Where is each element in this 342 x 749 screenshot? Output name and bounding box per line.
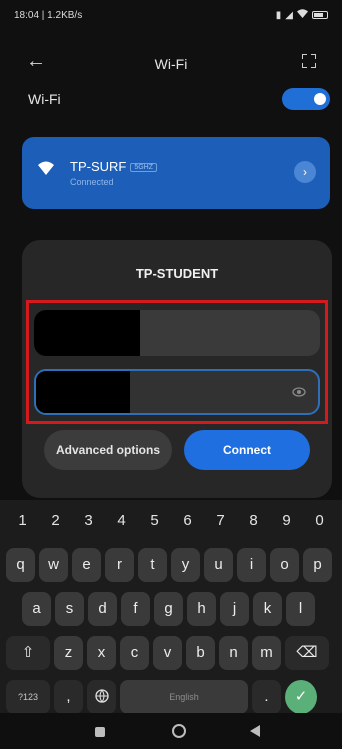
header: ← Wi-Fi — [0, 44, 342, 84]
key-n[interactable]: n — [219, 636, 248, 670]
status-icons: ▮ ◢ — [276, 9, 328, 21]
number-row: 1 2 3 4 5 6 7 8 9 0 — [0, 512, 342, 538]
key-k[interactable]: k — [253, 592, 282, 626]
wifi-toggle[interactable] — [282, 88, 330, 110]
key-9[interactable]: 9 — [275, 512, 299, 538]
network-band-tag: 5GHZ — [130, 163, 158, 172]
network-name-text: TP-SURF — [70, 159, 127, 174]
key-y[interactable]: y — [171, 548, 200, 582]
status-bar: 18:04 | 1.2KB/s ▮ ◢ — [0, 0, 342, 30]
keyboard-row-3: ⇧ z x c v b n m ⌫ — [6, 636, 333, 670]
enter-check-icon[interactable]: ✓ — [285, 680, 317, 714]
key-f[interactable]: f — [121, 592, 150, 626]
toggle-knob — [314, 93, 326, 105]
dialog-title: TP-STUDENT — [135, 266, 219, 281]
recents-icon[interactable] — [95, 727, 105, 737]
wifi-toggle-label: Wi-Fi — [28, 91, 61, 107]
wifi-settings-screen: 18:04 | 1.2KB/s ▮ ◢ ← Wi-Fi Wi-Fi TP-SUR… — [0, 0, 342, 749]
key-r[interactable]: r — [105, 548, 134, 582]
key-o[interactable]: o — [270, 548, 299, 582]
backspace-icon[interactable]: ⌫ — [285, 636, 329, 670]
key-a[interactable]: a — [22, 592, 51, 626]
key-l[interactable]: l — [286, 592, 315, 626]
key-2[interactable]: 2 — [44, 512, 68, 538]
key-w[interactable]: w — [39, 548, 68, 582]
key-d[interactable]: d — [88, 592, 117, 626]
key-0[interactable]: 0 — [308, 512, 332, 538]
comma-key[interactable]: , — [54, 680, 83, 714]
key-x[interactable]: x — [87, 636, 116, 670]
key-3[interactable]: 3 — [77, 512, 101, 538]
key-j[interactable]: j — [220, 592, 249, 626]
on-screen-keyboard: 1 2 3 4 5 6 7 8 9 0 q w e r t y u i o p … — [0, 500, 342, 714]
key-i[interactable]: i — [237, 548, 266, 582]
status-time: 18:04 | 1.2KB/s — [14, 9, 83, 21]
network-name: TP-SURF 5GHZ — [70, 159, 158, 174]
home-icon[interactable] — [172, 724, 186, 738]
battery-icon — [312, 11, 328, 19]
key-m[interactable]: m — [252, 636, 281, 670]
navigation-bar — [0, 713, 342, 749]
key-6[interactable]: 6 — [176, 512, 200, 538]
space-key[interactable]: English — [120, 680, 248, 714]
page-title: Wi-Fi — [154, 56, 188, 72]
period-key[interactable]: . — [252, 680, 281, 714]
symbols-key[interactable]: ?123 — [6, 680, 50, 714]
key-p[interactable]: p — [303, 548, 332, 582]
keyboard-row-1: q w e r t y u i o p — [6, 548, 336, 582]
globe-icon[interactable] — [87, 680, 116, 714]
key-e[interactable]: e — [72, 548, 101, 582]
keyboard-row-2: a s d f g h j k l — [22, 592, 319, 626]
key-g[interactable]: g — [154, 592, 183, 626]
wifi-toggle-row: Wi-Fi — [20, 88, 330, 112]
connected-network-card[interactable]: TP-SURF 5GHZ Connected › — [22, 137, 330, 209]
key-v[interactable]: v — [153, 636, 182, 670]
back-nav-icon[interactable] — [250, 725, 260, 737]
advanced-options-button[interactable]: Advanced options — [44, 430, 172, 470]
signal-icon: ◢ — [285, 9, 293, 21]
qr-scan-icon[interactable] — [302, 54, 316, 68]
wifi-icon — [38, 161, 54, 177]
chevron-right-icon[interactable]: › — [294, 161, 316, 183]
key-z[interactable]: z — [54, 636, 83, 670]
key-7[interactable]: 7 — [209, 512, 233, 538]
keyboard-row-4: ?123 , English . ✓ — [6, 680, 321, 714]
key-1[interactable]: 1 — [11, 512, 35, 538]
key-q[interactable]: q — [6, 548, 35, 582]
network-status: Connected — [70, 177, 114, 187]
key-8[interactable]: 8 — [242, 512, 266, 538]
key-u[interactable]: u — [204, 548, 233, 582]
key-5[interactable]: 5 — [143, 512, 167, 538]
sim-icon: ▮ — [275, 9, 282, 21]
credentials-highlight-box — [26, 300, 328, 424]
key-h[interactable]: h — [187, 592, 216, 626]
key-s[interactable]: s — [55, 592, 84, 626]
key-t[interactable]: t — [138, 548, 167, 582]
connect-button[interactable]: Connect — [184, 430, 310, 470]
key-b[interactable]: b — [186, 636, 215, 670]
key-c[interactable]: c — [120, 636, 149, 670]
key-4[interactable]: 4 — [110, 512, 134, 538]
wifi-status-icon — [297, 9, 308, 21]
shift-icon[interactable]: ⇧ — [6, 636, 50, 670]
